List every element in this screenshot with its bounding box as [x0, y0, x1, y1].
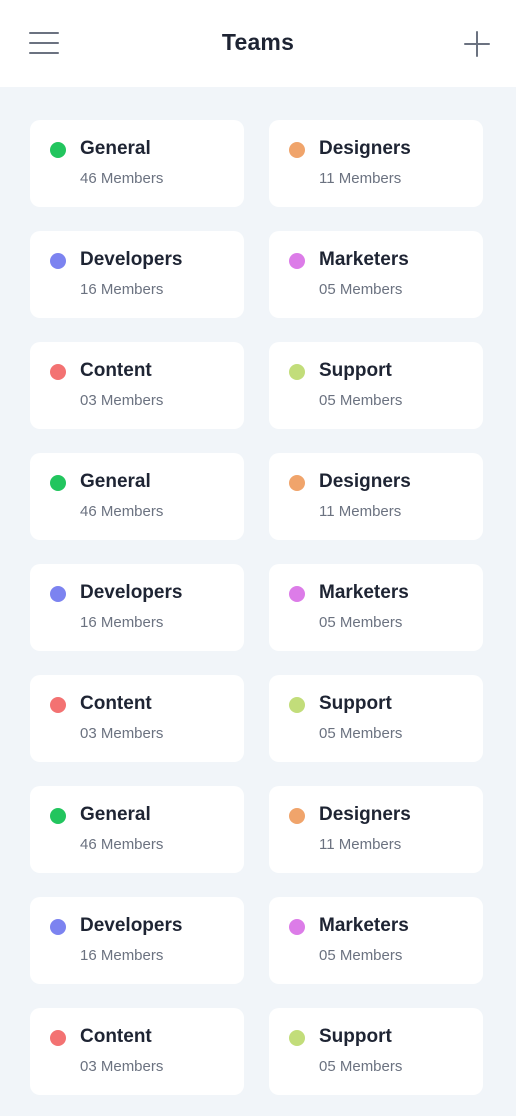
team-member-count: 05 Members	[319, 725, 403, 742]
team-card[interactable]: Marketers 05 Members	[269, 897, 483, 984]
team-name: Marketers	[319, 915, 409, 936]
team-member-count: 05 Members	[319, 392, 403, 409]
team-name: Marketers	[319, 249, 409, 270]
team-name: Marketers	[319, 582, 409, 603]
team-color-dot	[50, 364, 66, 380]
team-card[interactable]: Support 05 Members	[269, 675, 483, 762]
team-name: Developers	[80, 915, 183, 936]
team-card[interactable]: Marketers 05 Members	[269, 231, 483, 318]
team-member-count: 16 Members	[80, 614, 164, 631]
team-name: Content	[80, 693, 152, 714]
team-name: Designers	[319, 804, 411, 825]
team-member-count: 05 Members	[319, 1058, 403, 1075]
team-member-count: 46 Members	[80, 503, 164, 520]
team-grid: General 46 Members Designers 11 Members Deve…	[30, 120, 483, 1095]
team-card[interactable]: Designers 11 Members	[269, 786, 483, 873]
team-card[interactable]: Support 05 Members	[269, 1008, 483, 1095]
team-member-count: 46 Members	[80, 170, 164, 187]
team-card[interactable]: Marketers 05 Members	[269, 564, 483, 651]
team-card[interactable]: Content 03 Members	[30, 675, 244, 762]
team-color-dot	[50, 142, 66, 158]
app-header: Teams	[0, 0, 516, 87]
team-color-dot	[289, 919, 305, 935]
team-color-dot	[50, 253, 66, 269]
team-color-dot	[50, 586, 66, 602]
team-card[interactable]: General 46 Members	[30, 786, 244, 873]
team-member-count: 16 Members	[80, 281, 164, 298]
team-color-dot	[289, 364, 305, 380]
team-card[interactable]: Content 03 Members	[30, 342, 244, 429]
team-member-count: 11 Members	[319, 170, 402, 187]
team-name: Support	[319, 693, 392, 714]
add-team-button[interactable]	[464, 31, 490, 57]
team-member-count: 11 Members	[319, 836, 402, 853]
team-color-dot	[50, 697, 66, 713]
team-color-dot	[50, 919, 66, 935]
team-name: Designers	[319, 471, 411, 492]
team-card[interactable]: Content 03 Members	[30, 1008, 244, 1095]
team-member-count: 03 Members	[80, 392, 164, 409]
team-card[interactable]: Developers 16 Members	[30, 564, 244, 651]
team-name: Content	[80, 360, 152, 381]
team-member-count: 05 Members	[319, 614, 403, 631]
team-member-count: 03 Members	[80, 1058, 164, 1075]
team-member-count: 11 Members	[319, 503, 402, 520]
team-name: Designers	[319, 138, 411, 159]
team-color-dot	[289, 142, 305, 158]
team-member-count: 05 Members	[319, 947, 403, 964]
team-color-dot	[289, 1030, 305, 1046]
team-color-dot	[289, 586, 305, 602]
team-name: Developers	[80, 582, 183, 603]
team-member-count: 05 Members	[319, 281, 403, 298]
team-name: Support	[319, 1026, 392, 1047]
team-color-dot	[289, 808, 305, 824]
team-card[interactable]: Support 05 Members	[269, 342, 483, 429]
team-card[interactable]: General 46 Members	[30, 120, 244, 207]
team-member-count: 46 Members	[80, 836, 164, 853]
team-member-count: 03 Members	[80, 725, 164, 742]
team-card[interactable]: Designers 11 Members	[269, 120, 483, 207]
team-name: General	[80, 471, 151, 492]
team-name: Support	[319, 360, 392, 381]
team-color-dot	[50, 808, 66, 824]
page-title: Teams	[221, 29, 295, 55]
team-color-dot	[50, 1030, 66, 1046]
team-color-dot	[50, 475, 66, 491]
team-name: General	[80, 138, 151, 159]
team-member-count: 16 Members	[80, 947, 164, 964]
team-color-dot	[289, 697, 305, 713]
team-name: Developers	[80, 249, 183, 270]
team-card[interactable]: Developers 16 Members	[30, 231, 244, 318]
team-name: General	[80, 804, 151, 825]
team-card[interactable]: General 46 Members	[30, 453, 244, 540]
team-color-dot	[289, 253, 305, 269]
team-card[interactable]: Developers 16 Members	[30, 897, 244, 984]
team-color-dot	[289, 475, 305, 491]
team-name: Content	[80, 1026, 152, 1047]
team-card[interactable]: Designers 11 Members	[269, 453, 483, 540]
